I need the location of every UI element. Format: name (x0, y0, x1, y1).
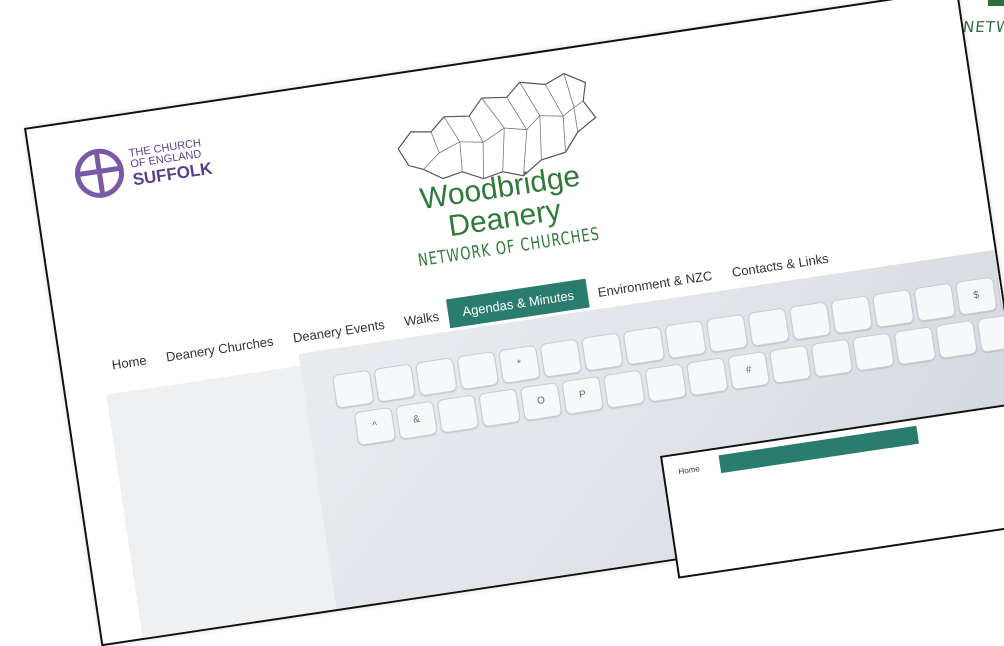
keyboard-key (664, 319, 707, 360)
keyboard-key: # (727, 350, 771, 391)
nav-home[interactable]: Home (100, 345, 158, 380)
cross-circle-icon (75, 148, 125, 198)
keyboard-key (935, 319, 978, 360)
keyboard-key (769, 344, 812, 384)
keyboard-key (622, 326, 666, 366)
sidebar-placeholder (106, 365, 339, 646)
keyboard-key: * (498, 344, 541, 384)
corner-logo-text: NETW (962, 18, 1004, 36)
keyboard-key (852, 332, 895, 372)
keyboard-key: ^ (353, 406, 397, 447)
keyboard-key: $ (955, 276, 998, 316)
keyboard-key (976, 313, 1004, 353)
keyboard-key (478, 388, 521, 428)
keyboard-key (436, 394, 480, 434)
keyboard-key (539, 338, 583, 378)
keyboard-key (414, 357, 458, 397)
keyboard-key (747, 307, 790, 347)
keyboard-key (893, 326, 937, 366)
keyboard-key (331, 369, 375, 409)
church-of-england-logo[interactable]: THE CHURCH OF ENGLAND SUFFOLK (70, 131, 214, 203)
nav-walks[interactable]: Walks (392, 301, 450, 336)
keyboard-key (602, 369, 646, 409)
keyboard-key (581, 332, 624, 372)
keyboard-key: % (996, 270, 1004, 310)
keyboard-key (810, 338, 854, 378)
keyboard-key: O (519, 381, 563, 422)
keyboard-key (685, 357, 729, 397)
woodbridge-deanery-logo[interactable]: Woodbridge Deanery NETWORK OF CHURCHES (355, 56, 639, 274)
keyboard-key (705, 313, 749, 353)
keyboard-key (644, 363, 688, 403)
nav-deanery-churches[interactable]: Deanery Churches (154, 326, 285, 372)
keyboard-key (830, 295, 873, 335)
keyboard-key: & (395, 400, 438, 440)
mini-nav-home: Home (677, 464, 701, 477)
keyboard-key (788, 301, 832, 341)
keyboard-key (456, 350, 500, 391)
keyboard-key (871, 288, 915, 329)
corner-accent-bar (988, 0, 1004, 6)
keyboard-key (373, 363, 417, 403)
keyboard-key: P (561, 375, 604, 415)
keyboard-key (913, 282, 957, 322)
